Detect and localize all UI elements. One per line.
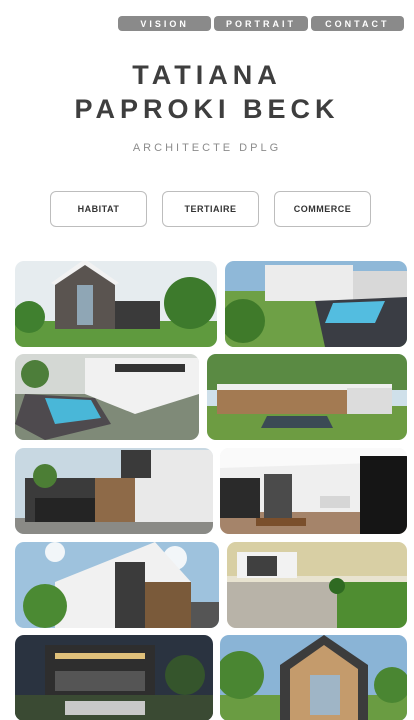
project-photo[interactable] [225,261,407,347]
project-photo[interactable] [220,635,407,720]
brand-name-line2: PAPROKI BECK [74,94,340,124]
project-photo[interactable] [227,542,407,628]
project-photo[interactable] [15,261,217,347]
project-photo[interactable] [15,354,199,440]
project-photo[interactable] [15,635,213,720]
category-habitat-button[interactable]: HABITAT [50,191,147,227]
brand-name-line1: TATIANA [132,60,282,90]
project-photo[interactable] [15,542,219,628]
category-filter: HABITAT TERTIAIRE COMMERCE [50,191,371,227]
project-photo[interactable] [207,354,407,440]
project-photo[interactable] [220,448,407,534]
category-commerce-button[interactable]: COMMERCE [274,191,371,227]
nav-contact-button[interactable]: CONTACT [310,16,404,31]
category-tertiaire-button[interactable]: TERTIAIRE [162,191,259,227]
nav-portrait-button[interactable]: PORTRAIT [214,16,308,31]
brand-header: TATIANA PAPROKI BECK ARCHITECTE DPLG [0,58,414,154]
brand-subtitle: ARCHITECTE DPLG [132,142,282,154]
nav-vision-button[interactable]: VISION [118,16,212,31]
top-nav: VISION PORTRAIT CONTACT [118,16,404,31]
project-photo[interactable] [15,448,213,534]
